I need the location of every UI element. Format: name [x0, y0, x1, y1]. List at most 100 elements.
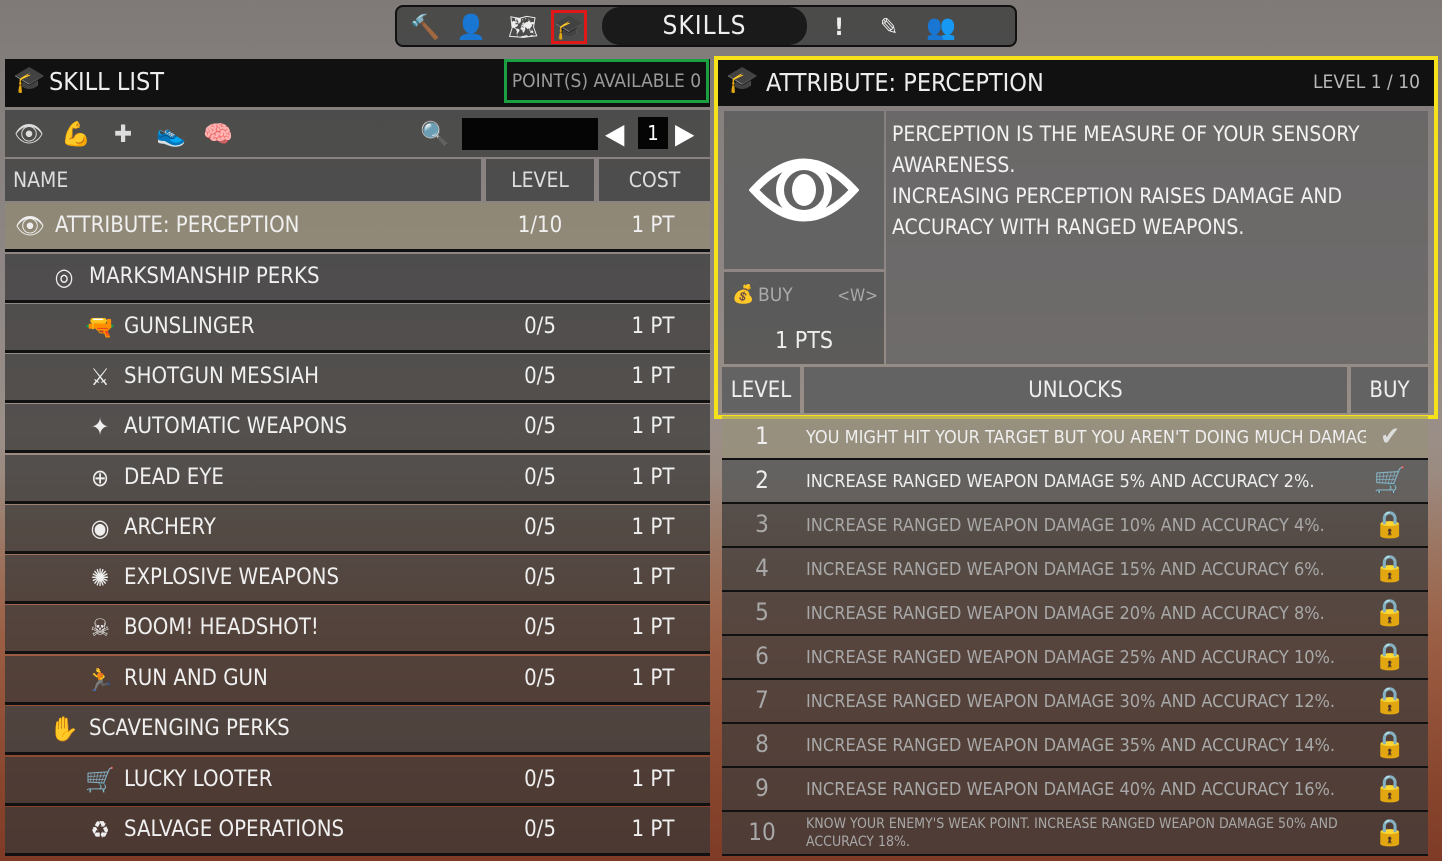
- lock-icon: 🔒: [1373, 642, 1407, 672]
- lock-icon: 🔒: [1373, 686, 1407, 716]
- unlock-level: 7: [755, 686, 769, 714]
- skill-cost: 1 PT: [631, 414, 675, 439]
- unlock-row-8: 8 INCREASE RANGED WEAPON DAMAGE 35% AND …: [722, 724, 1428, 768]
- skill-cost: 1 PT: [631, 767, 675, 792]
- skills-tab-title: SKILLS: [602, 7, 807, 45]
- checkmark-icon: ✔: [1380, 422, 1400, 452]
- skill-row-archery[interactable]: ◉ ARCHERY 0/5 1 PT: [5, 505, 710, 554]
- buy-cart-icon[interactable]: 🛒: [1372, 464, 1408, 498]
- runner-icon: 🏃: [85, 665, 115, 693]
- unlock-level: 8: [755, 730, 769, 758]
- prev-page-icon[interactable]: ◀: [605, 117, 624, 150]
- next-page-icon[interactable]: ▶: [675, 117, 694, 150]
- skill-name: SALVAGE OPERATIONS: [124, 817, 345, 842]
- unlock-row-10: 10 KNOW YOUR ENEMY'S WEAK POINT. INCREAS…: [722, 812, 1428, 856]
- pencil-icon[interactable]: ✎: [871, 10, 907, 44]
- level-column-header[interactable]: LEVEL: [486, 159, 594, 201]
- skill-row-shotgun-messiah[interactable]: ⚔ SHOTGUN MESSIAH 0/5 1 PT: [5, 354, 710, 403]
- shotgun-icon: ⚔: [90, 363, 110, 391]
- skill-level: 0/5: [524, 364, 556, 389]
- category-row-marksmanship[interactable]: ◎ MARKSMANSHIP PERKS: [5, 254, 710, 303]
- unlock-text: INCREASE RANGED WEAPON DAMAGE 40% AND AC…: [806, 779, 1336, 800]
- recycle-icon: ♻: [90, 816, 110, 844]
- intellect-filter-icon[interactable]: 🧠: [200, 118, 236, 150]
- skill-cost: 1 PT: [631, 666, 675, 691]
- agility-filter-icon[interactable]: 👟: [153, 118, 189, 150]
- lock-icon: 🔒: [1373, 774, 1407, 804]
- unlock-text: INCREASE RANGED WEAPON DAMAGE 5% AND ACC…: [806, 471, 1315, 492]
- unlock-text: INCREASE RANGED WEAPON DAMAGE 10% AND AC…: [806, 515, 1325, 536]
- skill-row-dead-eye[interactable]: ⊕ DEAD EYE 0/5 1 PT: [5, 455, 710, 504]
- graduation-cap-icon: 🎓: [13, 65, 46, 95]
- skill-level: 0/5: [524, 666, 556, 691]
- filter-bar: 👁 💪 ✚ 👟 🧠 🔍 ◀ 1 ▶: [5, 110, 710, 157]
- quest-icon[interactable]: !: [821, 10, 857, 44]
- category-name: SCAVENGING PERKS: [89, 716, 290, 741]
- unlock-text: KNOW YOUR ENEMY'S WEAK POINT. INCREASE R…: [806, 816, 1338, 850]
- eye-filter-icon[interactable]: 👁: [11, 118, 47, 150]
- unlock-text: INCREASE RANGED WEAPON DAMAGE 20% AND AC…: [806, 603, 1325, 624]
- hammer-icon[interactable]: 🔨: [407, 10, 443, 44]
- map-icon[interactable]: 🗺: [505, 10, 541, 44]
- skill-name: BOOM! HEADSHOT!: [124, 615, 319, 640]
- skill-level: 0/5: [524, 565, 556, 590]
- rifle-icon: ✦: [90, 413, 110, 441]
- skill-name: ARCHERY: [124, 515, 216, 540]
- lock-icon: 🔒: [1373, 818, 1407, 848]
- skill-name: SHOTGUN MESSIAH: [124, 364, 320, 389]
- skill-name: RUN AND GUN: [124, 666, 268, 691]
- unlock-row-2[interactable]: 2 INCREASE RANGED WEAPON DAMAGE 5% AND A…: [722, 460, 1428, 504]
- cost-column-header[interactable]: COST: [599, 159, 710, 201]
- skill-cost: 1 PT: [631, 364, 675, 389]
- unlock-level: 6: [755, 642, 769, 670]
- skill-list-title: SKILL LIST: [49, 67, 165, 96]
- health-filter-icon[interactable]: ✚: [105, 118, 141, 150]
- skill-cost: 1 PT: [631, 817, 675, 842]
- skill-row-explosive-weapons[interactable]: ✺ EXPLOSIVE WEAPONS 0/5 1 PT: [5, 555, 710, 604]
- skills-cap-icon[interactable]: 🎓: [551, 10, 587, 44]
- skill-level: 0/5: [524, 615, 556, 640]
- skill-cost: 1 PT: [631, 565, 675, 590]
- unlock-text: YOU MIGHT HIT YOUR TARGET BUT YOU AREN'T…: [806, 427, 1366, 448]
- skill-cost: 1 PT: [631, 615, 675, 640]
- unlock-text: INCREASE RANGED WEAPON DAMAGE 15% AND AC…: [806, 559, 1325, 580]
- column-headers: NAME LEVEL COST: [5, 159, 710, 201]
- skill-cost: 1 PT: [631, 465, 675, 490]
- unlock-row-1: 1 YOU MIGHT HIT YOUR TARGET BUT YOU AREN…: [722, 416, 1428, 460]
- cart-icon: 🛒: [85, 766, 115, 794]
- name-column-header[interactable]: NAME: [5, 159, 481, 201]
- unlock-level: 4: [755, 554, 769, 582]
- skill-row-run-and-gun[interactable]: 🏃 RUN AND GUN 0/5 1 PT: [5, 656, 710, 705]
- skill-row-automatic-weapons[interactable]: ✦ AUTOMATIC WEAPONS 0/5 1 PT: [5, 404, 710, 453]
- unlock-level: 2: [755, 466, 769, 494]
- skill-row-perception[interactable]: 👁 ATTRIBUTE: PERCEPTION 1/10 1 PT: [5, 203, 710, 252]
- hand-icon: ✋: [49, 715, 79, 743]
- unlock-row-9: 9 INCREASE RANGED WEAPON DAMAGE 40% AND …: [722, 768, 1428, 812]
- eye-icon: 👁: [14, 212, 46, 240]
- search-input[interactable]: [462, 118, 598, 150]
- unlock-level: 3: [755, 510, 769, 538]
- search-icon[interactable]: 🔍: [417, 118, 453, 150]
- headshot-icon: ☠: [90, 614, 110, 642]
- points-available: POINT(S) AVAILABLE 0: [504, 59, 709, 103]
- unlock-level: 1: [755, 422, 769, 450]
- skill-row-lucky-looter[interactable]: 🛒 LUCKY LOOTER 0/5 1 PT: [5, 757, 710, 806]
- skill-row-salvage-operations[interactable]: ♻ SALVAGE OPERATIONS 0/5 1 PT: [5, 807, 710, 856]
- unlock-row-4: 4 INCREASE RANGED WEAPON DAMAGE 15% AND …: [722, 548, 1428, 592]
- strength-filter-icon[interactable]: 💪: [58, 118, 94, 150]
- skill-cost: 1 PT: [631, 314, 675, 339]
- players-icon[interactable]: 👥: [923, 10, 959, 44]
- skill-name: EXPLOSIVE WEAPONS: [124, 565, 340, 590]
- unlock-text: INCREASE RANGED WEAPON DAMAGE 35% AND AC…: [806, 735, 1336, 756]
- target-icon: ◉: [90, 514, 110, 542]
- skill-cost: 1 PT: [631, 213, 675, 238]
- category-row-scavenging[interactable]: ✋ SCAVENGING PERKS: [5, 706, 710, 755]
- lock-icon: 🔒: [1373, 554, 1407, 584]
- lock-icon: 🔒: [1373, 730, 1407, 760]
- unlock-row-7: 7 INCREASE RANGED WEAPON DAMAGE 30% AND …: [722, 680, 1428, 724]
- skill-row-gunslinger[interactable]: 🔫 GUNSLINGER 0/5 1 PT: [5, 304, 710, 353]
- character-icon[interactable]: 👤: [453, 10, 489, 44]
- skill-level: 0/5: [524, 515, 556, 540]
- skill-row-boom-headshot[interactable]: ☠ BOOM! HEADSHOT! 0/5 1 PT: [5, 605, 710, 654]
- lock-icon: 🔒: [1373, 598, 1407, 628]
